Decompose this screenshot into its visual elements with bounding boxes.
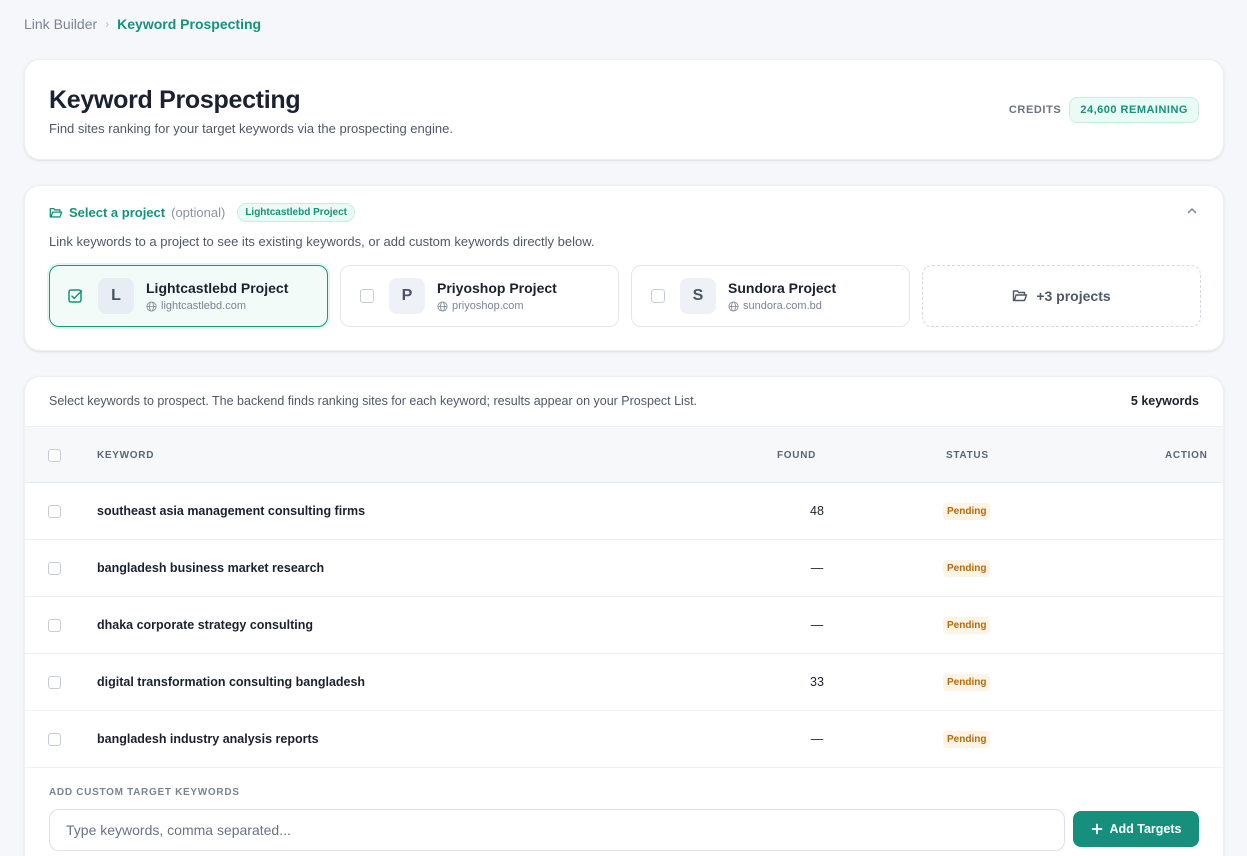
custom-keywords-input[interactable] xyxy=(49,809,1065,851)
keyword-found: 33 xyxy=(810,675,824,689)
row-checkbox[interactable] xyxy=(48,505,61,518)
selected-project-pill: Lightcastlebd Project xyxy=(237,203,355,222)
row-checkbox[interactable] xyxy=(48,733,61,746)
checkbox-checked-icon[interactable] xyxy=(67,288,83,304)
header-card: Keyword Prospecting Find sites ranking f… xyxy=(24,59,1224,160)
keyword-found: — xyxy=(810,561,824,575)
project-checkbox[interactable] xyxy=(651,289,665,303)
globe-icon xyxy=(437,300,448,312)
project-selector-card: Select a project (optional) Lightcastleb… xyxy=(24,185,1224,351)
keyword-found: 48 xyxy=(810,504,824,518)
project-name: Lightcastlebd Project xyxy=(146,280,289,296)
table-row: bangladesh business market research — Pe… xyxy=(25,540,1223,597)
keywords-count: 5 keywords xyxy=(1130,394,1199,408)
status-badge: Pending xyxy=(943,617,991,634)
credits-badge: 24,600 REMAINING xyxy=(1069,97,1199,123)
table-header: KEYWORD FOUND STATUS ACTION xyxy=(25,426,1223,483)
custom-keywords-label: ADD CUSTOM TARGET KEYWORDS xyxy=(49,787,240,798)
row-checkbox[interactable] xyxy=(48,619,61,632)
credits: CREDITS 24,600 REMAINING xyxy=(1009,97,1199,123)
chevron-right-icon: › xyxy=(105,17,110,31)
more-projects-button[interactable]: +3 projects xyxy=(922,265,1201,327)
project-domain-text: priyoshop.com xyxy=(452,300,524,312)
project-domain-text: sundora.com.bd xyxy=(743,300,822,312)
status-badge: Pending xyxy=(943,674,991,691)
project-checkbox[interactable] xyxy=(360,289,374,303)
keywords-intro: Select keywords to prospect. The backend… xyxy=(49,394,698,408)
project-name: Sundora Project xyxy=(728,280,837,296)
status-badge: Pending xyxy=(943,503,991,520)
breadcrumb-link-builder[interactable]: Link Builder xyxy=(24,16,97,32)
table-row: bangladesh industry analysis reports — P… xyxy=(25,711,1223,768)
project-list: L Lightcastlebd Project lightcastlebd.co… xyxy=(49,265,1201,327)
page-subtitle: Find sites ranking for your target keywo… xyxy=(49,121,453,136)
more-projects-label: +3 projects xyxy=(1036,288,1111,304)
project-avatar: S xyxy=(680,278,716,314)
keyword-text: southeast asia management consulting fir… xyxy=(97,504,366,518)
project-name: Priyoshop Project xyxy=(437,280,557,296)
keyword-text: bangladesh business market research xyxy=(97,561,325,575)
project-selector-description: Link keywords to a project to see its ex… xyxy=(49,234,595,249)
project-domain: priyoshop.com xyxy=(437,300,524,312)
project-card-lightcastlebd[interactable]: L Lightcastlebd Project lightcastlebd.co… xyxy=(49,265,328,327)
row-checkbox[interactable] xyxy=(48,676,61,689)
project-avatar: P xyxy=(389,278,425,314)
project-selector-optional: (optional) xyxy=(171,205,226,220)
status-badge: Pending xyxy=(943,731,991,748)
folder-open-icon xyxy=(1013,290,1028,302)
table-row: digital transformation consulting bangla… xyxy=(25,654,1223,711)
project-domain-text: lightcastlebd.com xyxy=(161,300,246,312)
breadcrumb-current: Keyword Prospecting xyxy=(117,16,262,32)
table-row: dhaka corporate strategy consulting — Pe… xyxy=(25,597,1223,654)
plus-icon xyxy=(1091,823,1102,835)
column-action: ACTION xyxy=(1165,450,1208,461)
keyword-text: dhaka corporate strategy consulting xyxy=(97,618,314,632)
keyword-text: bangladesh industry analysis reports xyxy=(97,732,319,746)
project-domain: sundora.com.bd xyxy=(728,300,822,312)
project-avatar: L xyxy=(98,278,134,314)
column-keyword: KEYWORD xyxy=(97,450,155,461)
project-domain: lightcastlebd.com xyxy=(146,300,246,312)
row-checkbox[interactable] xyxy=(48,562,61,575)
custom-keywords-section: ADD CUSTOM TARGET KEYWORDS Add Targets xyxy=(25,768,1223,856)
breadcrumb: Link Builder › Keyword Prospecting xyxy=(24,16,261,32)
chevron-up-icon[interactable] xyxy=(1185,204,1199,218)
globe-icon xyxy=(146,300,157,312)
select-all-checkbox[interactable] xyxy=(48,449,61,462)
keywords-card: Select keywords to prospect. The backend… xyxy=(24,376,1224,856)
table-row: southeast asia management consulting fir… xyxy=(25,483,1223,540)
column-status: STATUS xyxy=(946,450,989,461)
project-selector-header[interactable]: Select a project (optional) Lightcastleb… xyxy=(49,203,355,222)
add-targets-label: Add Targets xyxy=(1109,822,1182,836)
status-badge: Pending xyxy=(943,560,991,577)
keywords-table: KEYWORD FOUND STATUS ACTION southeast as… xyxy=(25,426,1223,768)
project-selector-label: Select a project xyxy=(69,205,166,220)
column-found: FOUND xyxy=(777,450,817,461)
project-card-sundora[interactable]: S Sundora Project sundora.com.bd xyxy=(631,265,910,327)
folder-open-icon xyxy=(49,207,63,218)
globe-icon xyxy=(728,300,739,312)
add-targets-button[interactable]: Add Targets xyxy=(1073,811,1199,847)
keyword-found: — xyxy=(810,732,824,746)
credits-label: CREDITS xyxy=(1008,104,1062,116)
keyword-found: — xyxy=(810,618,824,632)
keyword-text: digital transformation consulting bangla… xyxy=(97,675,366,689)
project-card-priyoshop[interactable]: P Priyoshop Project priyoshop.com xyxy=(340,265,619,327)
page-title: Keyword Prospecting xyxy=(49,86,301,114)
